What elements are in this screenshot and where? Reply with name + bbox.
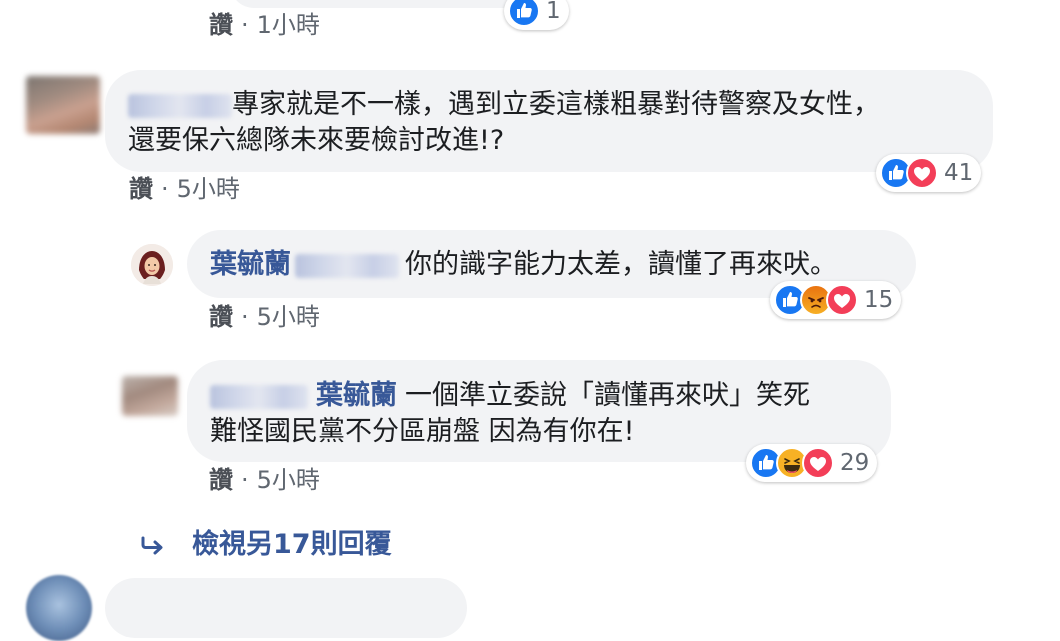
comment-time[interactable]: 1小時: [257, 11, 320, 39]
reaction-count: 15: [864, 287, 894, 313]
blurred-author-name[interactable]: [128, 93, 232, 118]
reaction-count: 29: [840, 450, 870, 476]
avatar[interactable]: [26, 575, 92, 641]
view-more-replies-link[interactable]: 檢視另17則回覆: [138, 528, 438, 564]
like-link[interactable]: 讚: [129, 175, 153, 203]
reaction-summary[interactable]: 29: [746, 444, 878, 482]
reply-text: 葉毓蘭 你的識字能力太差，讀懂了再來吠。: [210, 246, 837, 284]
like-link[interactable]: 讚: [209, 303, 233, 331]
mention-name[interactable]: 葉毓蘭: [316, 380, 397, 411]
reply-actions: 讚 · 5小時: [209, 466, 320, 494]
author-name[interactable]: 葉毓蘭: [210, 249, 291, 280]
reaction-count: 41: [944, 160, 974, 186]
reaction-summary[interactable]: 15: [770, 281, 902, 319]
like-link[interactable]: 讚: [209, 11, 233, 39]
reaction-summary[interactable]: 41: [876, 154, 982, 192]
reply-line: 你的識字能力太差，讀懂了再來吠。: [405, 249, 837, 280]
reaction-count: 1: [546, 0, 561, 24]
blurred-mention[interactable]: [295, 253, 399, 278]
comment-text: 專家就是不一樣，遇到立委這樣粗暴對待警察及女性，: [128, 86, 880, 124]
avatar[interactable]: [26, 76, 100, 134]
love-reaction-icon: [802, 447, 834, 479]
comment-time[interactable]: 5小時: [177, 175, 240, 203]
avatar[interactable]: [131, 244, 173, 286]
reply-arrow-icon: [141, 536, 163, 555]
comment-actions: 讚 · 5小時: [129, 175, 240, 203]
reply-text: 葉毓蘭 一個準立委說「讀懂再來吠」笑死: [210, 377, 810, 415]
comment-bubble: [105, 578, 467, 638]
like-link[interactable]: 讚: [209, 466, 233, 494]
comment-time[interactable]: 5小時: [257, 466, 320, 494]
avatar-image: [131, 244, 173, 286]
view-more-replies-label: 檢視另17則回覆: [192, 529, 392, 560]
reply-line: 一個準立委說「讀懂再來吠」笑死: [405, 380, 810, 411]
reply-actions: 讚 · 5小時: [209, 303, 320, 331]
comment-line: 專家就是不一樣，遇到立委這樣粗暴對待警察及女性，: [232, 89, 880, 120]
love-reaction-icon: [826, 284, 858, 316]
previous-comment-actions: 讚 · 1小時: [209, 11, 320, 39]
reply-text-line2: 難怪國民黨不分區崩盤 因為有你在!: [210, 416, 635, 447]
previous-comment-bubble: [230, 0, 530, 8]
comment-text-line2: 還要保六總隊未來要檢討改進!?: [128, 125, 505, 156]
love-reaction-icon: [906, 157, 938, 189]
avatar[interactable]: [122, 376, 178, 416]
comment-time[interactable]: 5小時: [257, 303, 320, 331]
like-reaction-icon: [508, 0, 540, 27]
reaction-summary[interactable]: 1: [504, 0, 569, 30]
blurred-author-name[interactable]: [210, 384, 308, 409]
